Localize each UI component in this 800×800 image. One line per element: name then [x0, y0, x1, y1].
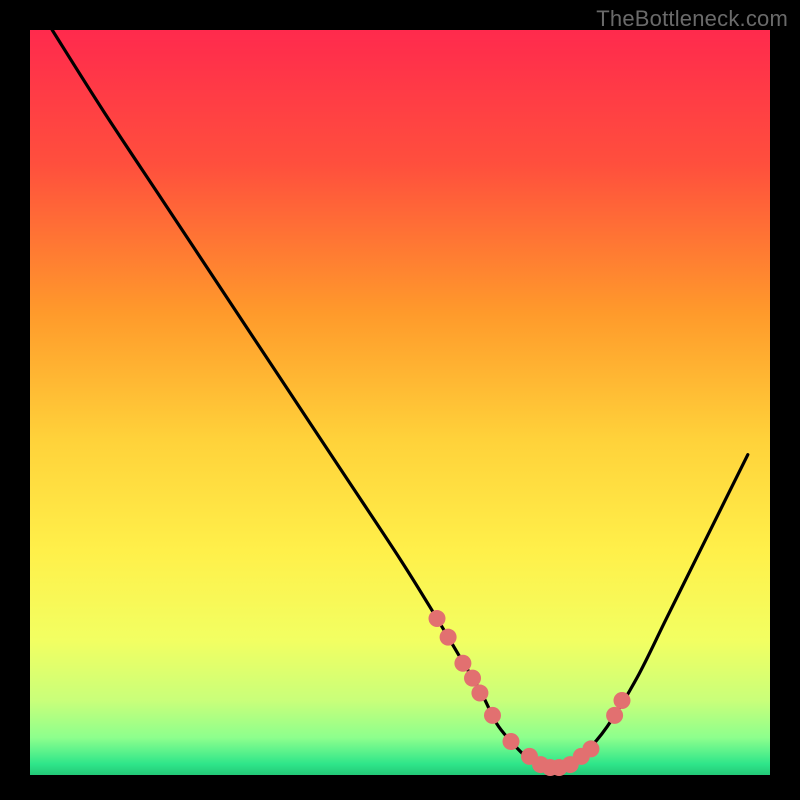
marker-point: [440, 629, 457, 646]
chart-stage: TheBottleneck.com: [0, 0, 800, 800]
marker-point: [614, 692, 631, 709]
marker-point: [454, 655, 471, 672]
marker-point: [429, 610, 446, 627]
marker-point: [606, 707, 623, 724]
marker-point: [484, 707, 501, 724]
plot-background: [30, 30, 770, 775]
marker-point: [464, 670, 481, 687]
marker-point: [503, 733, 520, 750]
marker-point: [471, 685, 488, 702]
marker-point: [582, 740, 599, 757]
bottleneck-chart: [0, 0, 800, 800]
watermark-text: TheBottleneck.com: [596, 6, 788, 32]
